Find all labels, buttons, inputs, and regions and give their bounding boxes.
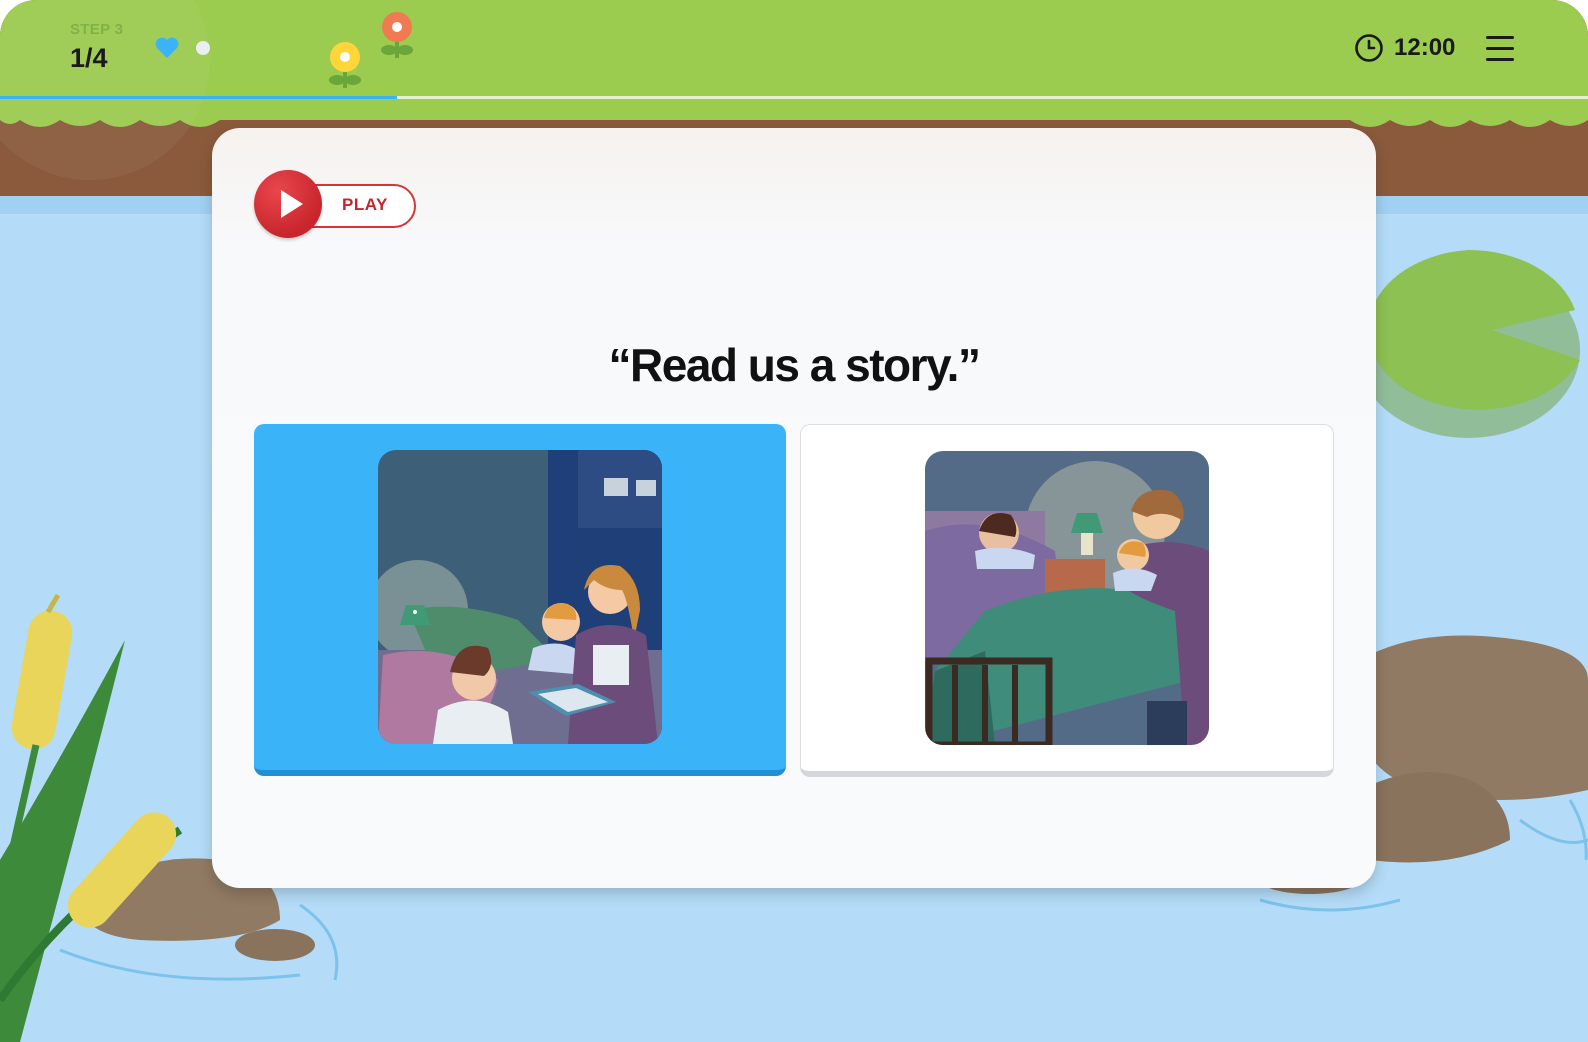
heart-icon (155, 37, 179, 58)
bedtime-tuck-in-illustration (925, 451, 1209, 745)
top-bar: STEP 3 1/4 12:00 (0, 0, 1588, 100)
progress-bar (0, 96, 1588, 99)
lily-pad (1356, 249, 1580, 438)
game-screen: STEP 3 1/4 12:00 PLAY “Read us a story.” (0, 0, 1588, 1042)
step-label: STEP 3 (70, 21, 124, 38)
timer: 12:00 (1354, 33, 1455, 63)
question-card: PLAY “Read us a story.” (212, 128, 1376, 888)
clock-icon (1355, 34, 1383, 62)
step-counter: 1/4 (70, 43, 108, 73)
bedtime-story-illustration (378, 450, 662, 744)
hamburger-menu-icon[interactable] (1486, 36, 1514, 62)
play-label: PLAY (342, 195, 388, 214)
progress-fill (0, 96, 397, 99)
play-audio-button[interactable]: PLAY (254, 170, 416, 238)
life-dot (196, 41, 210, 55)
answer-choice-1[interactable] (254, 424, 786, 776)
question-prompt: “Read us a story.” (608, 339, 981, 391)
play-icon[interactable] (254, 170, 322, 238)
answer-choice-2[interactable] (800, 424, 1334, 777)
timer-text: 12:00 (1394, 34, 1456, 61)
